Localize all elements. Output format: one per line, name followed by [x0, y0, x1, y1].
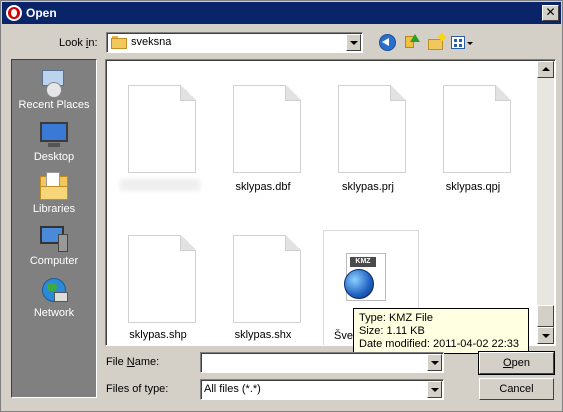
file-item[interactable] [108, 60, 208, 191]
scroll-up-button[interactable] [537, 61, 554, 78]
file-item[interactable]: sklypas.shp [108, 210, 208, 341]
folder-icon [111, 36, 127, 49]
place-computer[interactable]: Computer [12, 220, 96, 272]
place-recent-places[interactable]: Recent Places [12, 64, 96, 116]
network-icon [38, 276, 70, 306]
file-item[interactable]: sklypas.shx [213, 210, 313, 341]
file-icon [338, 85, 406, 173]
opera-icon [6, 5, 22, 21]
files-of-type-value: All files (*.*) [204, 383, 261, 395]
google-earth-icon [344, 269, 374, 299]
libraries-icon [38, 172, 70, 202]
file-info-tooltip: Type: KMZ File Size: 1.11 KB Date modifi… [353, 308, 529, 354]
place-libraries[interactable]: Libraries [12, 168, 96, 220]
file-item[interactable]: sklypas.dbf [213, 60, 313, 193]
vertical-scrollbar[interactable] [537, 61, 554, 344]
file-icon [128, 235, 196, 323]
back-icon[interactable] [378, 34, 398, 52]
place-network[interactable]: Network [12, 272, 96, 324]
file-icon [443, 85, 511, 173]
places-bar: Recent Places Desktop Libraries Computer… [11, 59, 97, 398]
file-icon [128, 85, 196, 173]
place-desktop[interactable]: Desktop [12, 116, 96, 168]
scroll-down-button[interactable] [537, 327, 554, 344]
file-name-label: File Name: [106, 356, 160, 368]
tooltip-type: Type: KMZ File [359, 312, 433, 324]
title-bar[interactable]: Open ✕ [2, 2, 561, 24]
place-label: Desktop [33, 151, 75, 163]
desktop-icon [38, 120, 70, 150]
file-icon [233, 235, 301, 323]
tooltip-date: Date modified: 2011-04-02 22:33 [359, 338, 520, 350]
tooltip-size: Size: 1.11 KB [359, 325, 425, 337]
scroll-thumb[interactable] [537, 305, 554, 327]
file-name: Šve [334, 330, 353, 342]
file-list: sklypas.dbf sklypas.prj sklypas.qpj skly… [105, 59, 556, 346]
open-dialog: Open ✕ Look in: sveksna Recent Places De… [0, 0, 563, 412]
place-label: Network [33, 307, 75, 319]
up-folder-icon[interactable] [403, 34, 423, 52]
computer-icon [38, 224, 70, 254]
files-of-type-dropdown[interactable]: All files (*.*) [200, 379, 444, 400]
files-of-type-label: Files of type: [106, 383, 169, 395]
look-in-dropdown[interactable]: sveksna [106, 32, 363, 53]
file-item[interactable]: sklypas.prj [318, 60, 418, 193]
open-button[interactable]: Open [478, 351, 555, 375]
file-name: sklypas.qpj [445, 181, 501, 193]
view-menu-icon[interactable] [450, 34, 474, 52]
place-label: Libraries [32, 203, 76, 215]
file-item[interactable]: sklypas.qpj [423, 60, 523, 193]
file-name: sklypas.dbf [235, 181, 291, 193]
cancel-button[interactable]: Cancel [479, 378, 554, 400]
look-in-label: Look in: [59, 37, 98, 49]
window-title: Open [26, 6, 57, 20]
file-name: sklypas.shp [129, 329, 187, 341]
kmz-badge: KMZ [350, 257, 376, 267]
file-name-input[interactable] [200, 352, 444, 373]
file-name-blurred [120, 179, 200, 191]
chevron-down-icon[interactable] [346, 34, 361, 51]
chevron-down-icon[interactable] [427, 354, 442, 371]
file-name: sklypas.prj [342, 181, 394, 193]
recent-places-icon [38, 68, 70, 98]
file-icon [233, 85, 301, 173]
close-button[interactable]: ✕ [542, 5, 559, 21]
look-in-value: sveksna [131, 36, 172, 48]
chevron-down-icon[interactable] [427, 381, 442, 398]
place-label: Recent Places [18, 99, 90, 111]
place-label: Computer [29, 255, 79, 267]
file-name: sklypas.shx [234, 329, 292, 341]
new-folder-icon[interactable] [427, 32, 447, 52]
